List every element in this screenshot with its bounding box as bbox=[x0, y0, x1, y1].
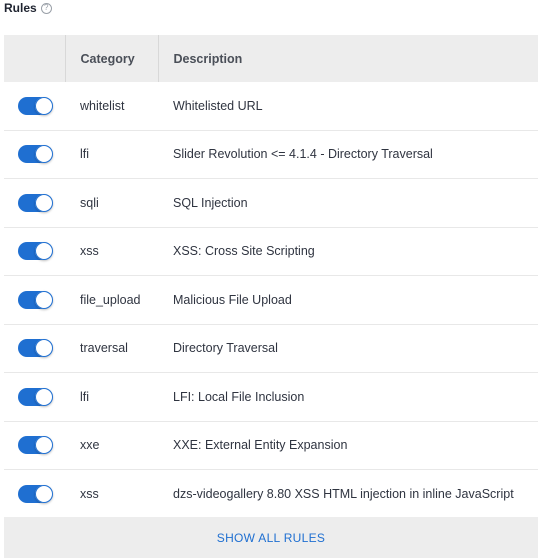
toggle-knob bbox=[35, 387, 53, 406]
toggle-cell bbox=[4, 130, 65, 179]
rule-enabled-toggle[interactable] bbox=[18, 242, 53, 261]
rule-category: sqli bbox=[65, 178, 158, 228]
toggle-knob bbox=[35, 290, 53, 309]
toggle-knob bbox=[35, 96, 53, 115]
toggle-cell bbox=[4, 82, 65, 131]
rule-enabled-toggle[interactable] bbox=[18, 290, 53, 309]
table-footer: SHOW ALL RULES bbox=[4, 517, 538, 558]
rule-enabled-toggle[interactable] bbox=[18, 96, 53, 115]
table-row: xss XSS: Cross Site Scripting bbox=[4, 227, 538, 276]
rule-category: lfi bbox=[65, 130, 158, 179]
rule-category: lfi bbox=[65, 372, 158, 422]
rule-enabled-toggle[interactable] bbox=[18, 145, 53, 164]
rule-category: xss bbox=[65, 469, 158, 519]
toggle-knob bbox=[35, 145, 53, 164]
category-column-header[interactable]: Category bbox=[64, 35, 158, 82]
toggle-cell bbox=[4, 469, 65, 519]
table-row: whitelist Whitelisted URL bbox=[4, 82, 538, 131]
rule-description: XSS: Cross Site Scripting bbox=[158, 227, 538, 276]
rules-table: Category Description whitelist Whiteliste… bbox=[4, 35, 538, 519]
rule-description: Whitelisted URL bbox=[158, 82, 538, 131]
table-header-row: Category Description bbox=[4, 35, 538, 82]
toggle-cell bbox=[4, 372, 65, 422]
table-row: xss dzs-videogallery 8.80 XSS HTML inject… bbox=[4, 469, 538, 519]
description-column-header[interactable]: Description bbox=[157, 35, 538, 82]
rule-description: Slider Revolution <= 4.1.4 - Directory T… bbox=[158, 130, 538, 179]
toggle-column-header bbox=[4, 35, 65, 82]
rule-enabled-toggle[interactable] bbox=[18, 339, 53, 358]
toggle-cell bbox=[4, 275, 65, 325]
rule-category: traversal bbox=[65, 324, 158, 373]
toggle-knob bbox=[35, 484, 53, 503]
rules-section-header: Rules ? bbox=[4, 0, 52, 16]
table-row: traversal Directory Traversal bbox=[4, 324, 538, 373]
help-icon[interactable]: ? bbox=[40, 2, 52, 14]
rule-enabled-toggle[interactable] bbox=[18, 193, 53, 212]
rule-description: Directory Traversal bbox=[158, 324, 538, 373]
table-row: file_upload Malicious File Upload bbox=[4, 275, 538, 325]
toggle-cell bbox=[4, 324, 65, 373]
section-title: Rules bbox=[4, 1, 37, 15]
table-row: lfi LFI: Local File Inclusion bbox=[4, 372, 538, 422]
rule-description: LFI: Local File Inclusion bbox=[158, 372, 538, 422]
rule-category: file_upload bbox=[65, 275, 158, 325]
toggle-knob bbox=[35, 339, 53, 358]
rule-category: xxe bbox=[65, 421, 158, 470]
rule-description: XXE: External Entity Expansion bbox=[158, 421, 538, 470]
toggle-cell bbox=[4, 421, 65, 470]
rule-description: Malicious File Upload bbox=[158, 275, 538, 325]
rule-enabled-toggle[interactable] bbox=[18, 436, 53, 455]
toggle-knob bbox=[35, 193, 53, 212]
rule-enabled-toggle[interactable] bbox=[18, 484, 53, 503]
toggle-knob bbox=[35, 242, 53, 261]
toggle-knob bbox=[35, 436, 53, 455]
table-row: sqli SQL Injection bbox=[4, 178, 538, 228]
table-row: xxe XXE: External Entity Expansion bbox=[4, 421, 538, 470]
toggle-cell bbox=[4, 227, 65, 276]
table-row: lfi Slider Revolution <= 4.1.4 - Director… bbox=[4, 130, 538, 179]
rule-description: dzs-videogallery 8.80 XSS HTML injection… bbox=[158, 469, 538, 519]
rule-category: xss bbox=[65, 227, 158, 276]
toggle-cell bbox=[4, 178, 65, 228]
rules-table-body: whitelist Whitelisted URL lfi Slider Revolu… bbox=[4, 82, 538, 519]
show-all-rules-link[interactable]: SHOW ALL RULES bbox=[217, 531, 325, 545]
rule-category: whitelist bbox=[65, 82, 158, 131]
rule-description: SQL Injection bbox=[158, 178, 538, 228]
rule-enabled-toggle[interactable] bbox=[18, 387, 53, 406]
